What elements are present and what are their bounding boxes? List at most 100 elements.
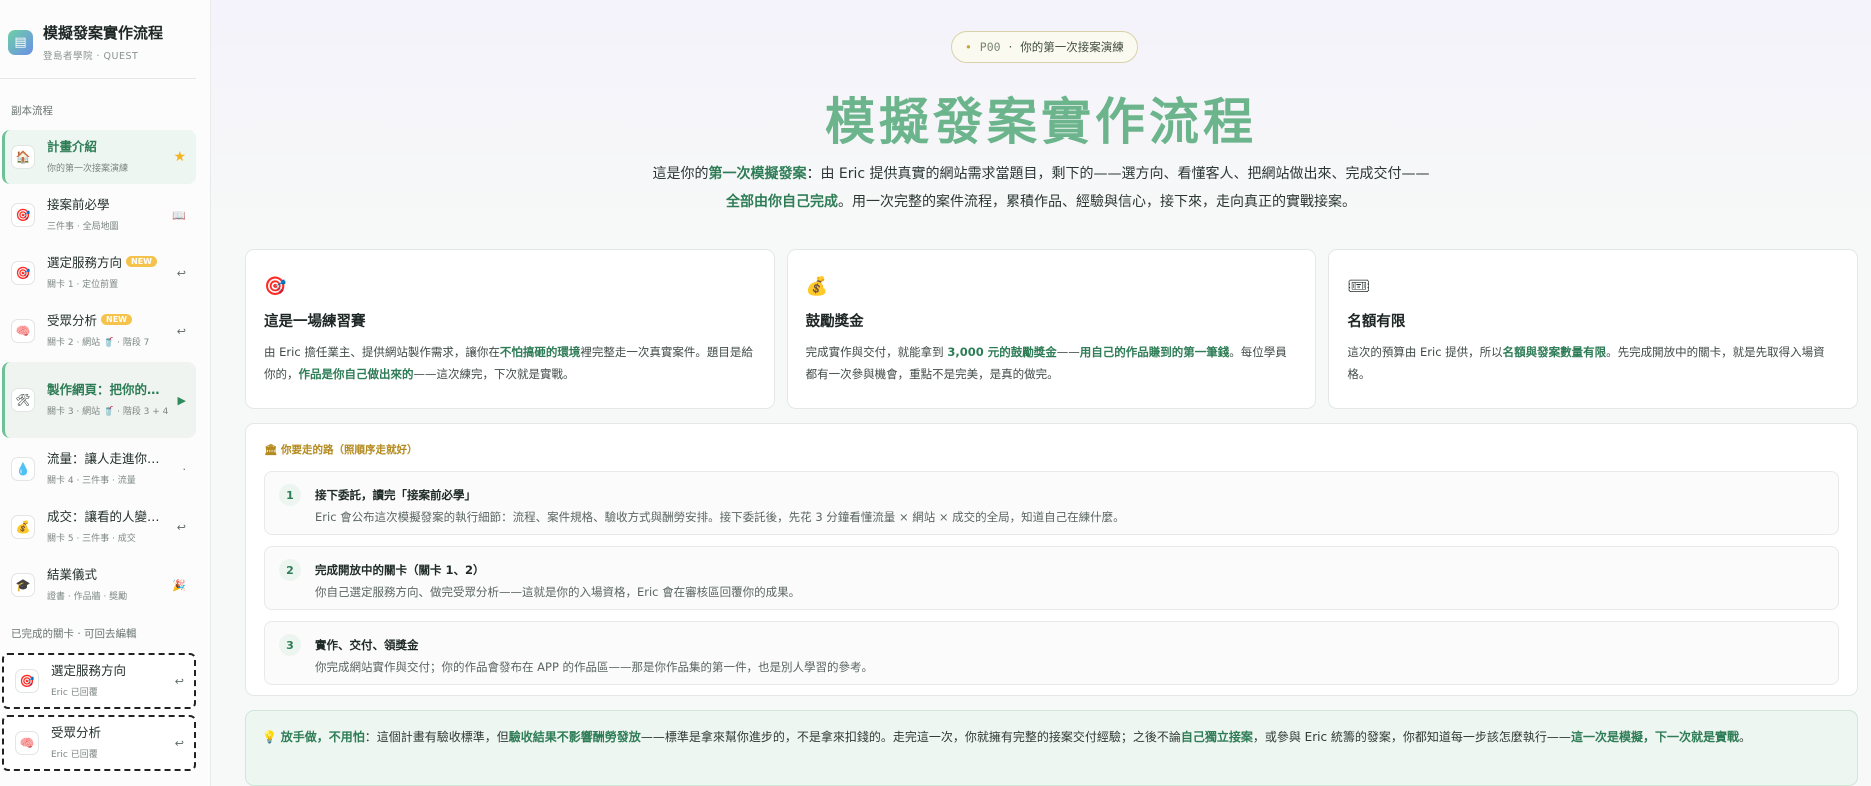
brain-icon: 🧠 (11, 319, 35, 343)
done-item[interactable]: 🎯 選定服務方向 Eric 已回覆 ↩ (2, 653, 196, 709)
sidebar-item[interactable]: 🛠 製作網頁：把你的… 關卡 3 · 網站 🥤 · 階段 3 + 4 ▶ (2, 362, 196, 438)
sidebar-item-sub: 關卡 2 · 網站 🥤 · 階段 7 (47, 338, 150, 349)
done-list: 🎯 選定服務方向 Eric 已回覆 ↩ 🧠 受眾分析 Eric 已回覆 ↩ (0, 653, 210, 771)
sidebar-item[interactable]: 🎯 接案前必學 三件事 · 全局地圖 📖 (2, 188, 196, 242)
return-icon: ↩ (176, 520, 186, 534)
step-title: 接下委託，讀完「接案前必學」 (315, 488, 476, 502)
sidebar-item-text: 結業儀式證書 · 作品牆 · 獎勵 (47, 564, 168, 605)
done-section-title: 已完成的關卡 · 可回去編輯 (11, 628, 137, 640)
sidebar-item-text: 製作網頁：把你的… 關卡 3 · 網站 🥤 · 階段 3 + 4 (47, 379, 174, 420)
step-description: Eric 會公布這次模擬發案的執行細節：流程、案件規格、驗收方式與酬勞安排。接下… (315, 510, 1125, 524)
sidebar-item[interactable]: 🏠 計畫介紹 你的第一次接案演練 ★ (2, 130, 196, 184)
note-text: 。 (1738, 730, 1751, 744)
path-panel: 🏛 你要走的路（照順序走就好） 1 接下委託，讀完「接案前必學」 Eric 會公布這… (245, 423, 1858, 696)
sidebar-item-label: 受眾分析 NEW (47, 310, 173, 329)
sidebar-item[interactable]: 🧠 受眾分析 NEW 關卡 2 · 網站 🥤 · 階段 7 ↩ (2, 304, 196, 358)
brain-icon: 🧠 (15, 731, 39, 755)
note-text: ：這個計畫有驗收標準，但 (364, 730, 509, 744)
card-description: 完成實作與交付，就能拿到 3,000 元的鼓勵獎金——用自己的作品賺到的第一筆錢… (806, 341, 1298, 386)
note-text: ——標準是拿來幫你進步的，不是拿來扣錢的。走完這一次，你就擁有完整的接案交付經驗… (640, 730, 1181, 744)
hero-desc-highlight: 第一次模擬發案 (708, 166, 807, 182)
sidebar-item-text: 受眾分析 Eric 已回覆 (51, 722, 171, 763)
ticket-icon: 🎟 (1347, 276, 1371, 297)
sidebar-item-label: 選定服務方向 NEW (47, 252, 173, 271)
sidebar-item-sub: 關卡 1 · 定位前置 (47, 280, 119, 291)
money-bag-icon: 💰 (11, 515, 35, 539)
return-icon: ↩ (176, 324, 186, 338)
sidebar-item-label-text: 結業儀式 (47, 567, 98, 583)
sidebar-item-sub: Eric 已回覆 (51, 750, 98, 761)
hero-description: 這是你的第一次模擬發案：由 Eric 提供真實的網站需求當題目，剩下的——選方向… (651, 160, 1431, 216)
card-desc-highlight: 作品是你自己做出來的 (298, 367, 414, 382)
card-description: 由 Eric 擔任業主、提供網站製作需求，讓你在不怕搞砸的環境裡完整走一次真實案… (264, 341, 756, 386)
sidebar-item-label: 選定服務方向 (51, 660, 171, 679)
step-number: 1 (279, 484, 301, 506)
path-step: 2 完成開放中的關卡（關卡 1、2） 你自己選定服務方向、做完受眾分析——這就是你的… (264, 546, 1839, 610)
step-description: 你完成網站實作與交付；你的作品會發布在 APP 的作品區——那是你作品集的第一件… (315, 660, 874, 674)
dot-icon: · (182, 462, 187, 476)
hero-desc-text: 這是你的 (652, 166, 709, 182)
step-body: 完成開放中的關卡（關卡 1、2） 你自己選定服務方向、做完受眾分析——這就是你的入… (315, 559, 801, 599)
money-bag-icon: 💰 (805, 276, 829, 297)
graduation-cap-icon: 🎓 (11, 573, 35, 597)
sidebar-item-label: 接案前必學 (47, 194, 168, 213)
note-highlight: 自己獨立接案 (1180, 730, 1253, 744)
sidebar-item-sub: Eric 已回覆 (51, 688, 98, 699)
sidebar-item-sub: 證書 · 作品牆 · 獎勵 (47, 592, 128, 603)
home-icon: 🏠 (11, 145, 35, 169)
target-icon: 🎯 (15, 669, 39, 693)
note-text: ，或參與 Eric 統籌的發案，你都知道每一步該怎麼執行—— (1252, 730, 1571, 744)
path-title: 🏛 你要走的路（照順序走就好） (264, 442, 1839, 457)
sidebar-item[interactable]: 🎯 選定服務方向 NEW 關卡 1 · 定位前置 ↩ (2, 246, 196, 300)
step-number: 3 (279, 634, 301, 656)
sidebar-item-text: 受眾分析 NEW 關卡 2 · 網站 🥤 · 階段 7 (47, 310, 173, 351)
card-desc-text: 由 Eric 擔任業主、提供網站製作需求，讓你在 (264, 345, 500, 359)
hero-desc-highlight: 全部由你自己完成 (726, 194, 838, 210)
card-desc-text: 完成實作與交付，就能拿到 (805, 345, 948, 359)
tools-icon: 🛠 (11, 388, 35, 412)
hero-desc-text: 。用一次完整的案件流程，累積作品、經驗與信心，接下來，走向真正的實戰接案。 (838, 194, 1356, 210)
return-icon: ↩ (174, 736, 184, 750)
return-icon: ↩ (176, 266, 186, 280)
card-desc-highlight: 3,000 元的鼓勵獎金 (947, 345, 1057, 359)
sidebar-item[interactable]: 💧 流量：讓人走進你… 關卡 4 · 三件事 · 流量 · (2, 442, 196, 496)
target-icon: 🎯 (11, 203, 35, 227)
sidebar-item-sub: 關卡 5 · 三件事 · 成交 (47, 534, 136, 545)
pill-separator: · (1008, 40, 1013, 54)
note-highlight: 這一次是模擬，下一次就是實戰 (1570, 730, 1739, 744)
note-highlight: 放手做，不用怕 (280, 730, 365, 744)
sidebar-item-label-text: 受眾分析 (51, 725, 102, 741)
sidebar-item-sub: 關卡 3 · 網站 🥤 · 階段 3 + 4 (47, 407, 169, 418)
step-body: 接下委託，讀完「接案前必學」 Eric 會公布這次模擬發案的執行細節：流程、案件規… (315, 484, 1125, 524)
card-description: 這次的預算由 Eric 提供，所以名額與發案數量有限。先完成開放中的關卡，就是先… (1347, 341, 1839, 386)
sidebar-item[interactable]: 🎓 結業儀式證書 · 作品牆 · 獎勵 🎉 (2, 558, 196, 612)
sidebar-item-text: 成交：讓看的人變… 關卡 5 · 三件事 · 成交 (47, 506, 173, 547)
step-title: 實作、交付、領獎金 (315, 638, 419, 652)
pill-dot: • (965, 40, 972, 54)
card-title: 這是一場練習賽 (264, 313, 366, 330)
card-title: 名額有限 (1347, 313, 1406, 330)
step-description: 你自己選定服務方向、做完受眾分析——這就是你的入場資格，Eric 會在審核區回覆… (315, 585, 801, 599)
party-icon: 🎉 (172, 578, 186, 592)
building-icon: 🏛 (264, 444, 278, 456)
sidebar-item-text: 接案前必學 三件事 · 全局地圖 (47, 194, 168, 235)
sidebar-item-label: 結業儀式 (47, 564, 168, 583)
main-content: • P00 · 你的第一次接案演練 模擬發案實作流程 這是你的第一次模擬發案：由… (211, 0, 1871, 786)
sidebar-item-label-text: 選定服務方向 (51, 663, 127, 679)
sidebar-item-label: 受眾分析 (51, 722, 171, 741)
done-item[interactable]: 🧠 受眾分析 Eric 已回覆 ↩ (2, 715, 196, 771)
sidebar-item[interactable]: 💰 成交：讓看的人變… 關卡 5 · 三件事 · 成交 ↩ (2, 500, 196, 554)
step-number: 2 (279, 559, 301, 581)
sidebar-item-label-text: 流量：讓人走進你… (47, 451, 160, 467)
sidebar-item-text: 選定服務方向 NEW 關卡 1 · 定位前置 (47, 252, 173, 293)
info-cards: 🎯 這是一場練習賽由 Eric 擔任業主、提供網站製作需求，讓你在不怕搞砸的環境裡… (245, 249, 1859, 409)
sidebar-nav: 🏠 計畫介紹 你的第一次接案演練 ★ 🎯 接案前必學 三件事 · 全局地圖 📖 🎯 選定服務方向 N… (0, 130, 210, 612)
sidebar-item-label-text: 受眾分析 (47, 313, 98, 329)
star-icon: ★ (173, 149, 186, 165)
sidebar-item-label-text: 接案前必學 (47, 197, 110, 213)
path-step: 3 實作、交付、領獎金你完成網站實作與交付；你的作品會發布在 APP 的作品區——… (264, 621, 1839, 685)
sidebar-item-text: 計畫介紹 你的第一次接案演練 (47, 136, 169, 177)
brand-header[interactable]: ▤ 模擬發案實作流程 登島者學院 · QUEST (0, 0, 196, 79)
sidebar-item-label-text: 計畫介紹 (47, 139, 98, 155)
step-title: 完成開放中的關卡（關卡 1、2） (315, 563, 485, 577)
